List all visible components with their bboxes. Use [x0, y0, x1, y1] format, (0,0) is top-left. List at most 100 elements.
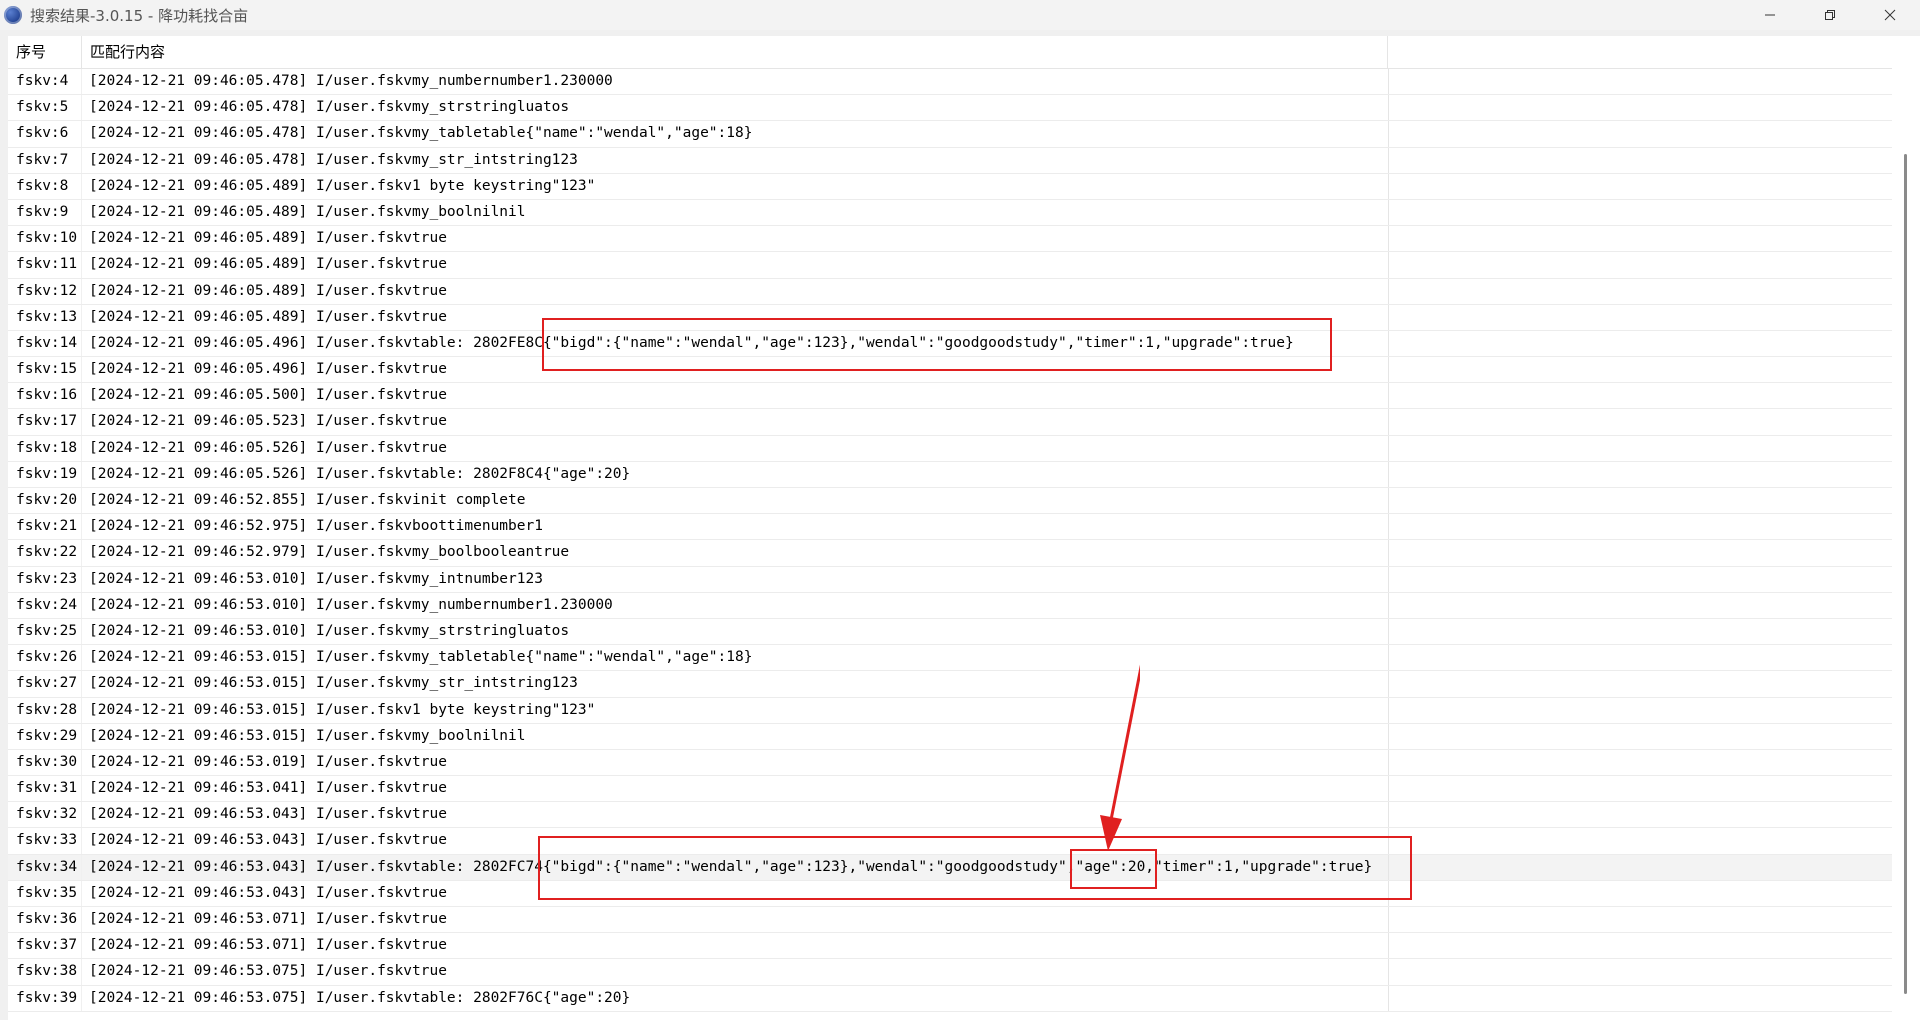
table-row[interactable]: fskv:4 [2024-12-21 09:46:05.478] I/user.f… [8, 69, 1892, 96]
row-seq: fskv:38 [8, 959, 82, 985]
row-seq: fskv:13 [8, 304, 82, 330]
window-title: 搜索结果-3.0.15 - 降功耗找合亩 [30, 6, 249, 25]
row-content: [2024-12-21 09:46:53.015] I/user.fskvmy_… [89, 649, 753, 666]
vertical-scrollbar[interactable] [1892, 36, 1920, 1020]
annotation-box-row34 [538, 836, 1412, 900]
table-row[interactable]: fskv:38 [2024-12-21 09:46:53.075] I/user.… [8, 959, 1892, 986]
column-divider [1388, 330, 1389, 357]
column-divider [1388, 566, 1389, 592]
column-divider [1388, 304, 1389, 330]
table-row[interactable]: fskv:39 [2024-12-21 09:46:53.075] I/user.… [8, 985, 1892, 1012]
table-row[interactable]: fskv:16 [2024-12-21 09:46:05.500] I/user.… [8, 383, 1892, 410]
row-content: [2024-12-21 09:46:05.478] I/user.fskvmy_… [89, 99, 570, 116]
column-divider [1388, 252, 1389, 278]
scrollbar-thumb[interactable] [1904, 154, 1907, 994]
row-content: [2024-12-21 09:46:05.478] I/user.fskvmy_… [89, 151, 578, 168]
table-row[interactable]: fskv:29 [2024-12-21 09:46:53.015] I/user.… [8, 723, 1892, 750]
row-seq: fskv:16 [8, 383, 82, 409]
title-bar[interactable]: 搜索结果-3.0.15 - 降功耗找合亩 [0, 0, 1920, 30]
restore-icon [1825, 10, 1835, 20]
window-controls [1740, 0, 1920, 30]
column-divider [1388, 514, 1389, 540]
row-seq: fskv:30 [8, 749, 82, 776]
row-seq: fskv:11 [8, 252, 82, 278]
table-row[interactable]: fskv:31 [2024-12-21 09:46:53.041] I/user.… [8, 776, 1892, 803]
column-divider [1388, 723, 1389, 749]
column-divider [1388, 749, 1389, 776]
table-row[interactable]: fskv:36 [2024-12-21 09:46:53.071] I/user.… [8, 907, 1892, 934]
table-row[interactable]: fskv:7 [2024-12-21 09:46:05.478] I/user.f… [8, 147, 1892, 174]
close-icon [1884, 9, 1896, 21]
annotation-arrow-icon [1100, 664, 1140, 851]
row-seq: fskv:6 [8, 121, 82, 147]
row-content: [2024-12-21 09:46:05.496] I/user.fskvtru… [89, 361, 447, 378]
row-content: [2024-12-21 09:46:05.489] I/user.fskv1 b… [89, 177, 596, 194]
row-seq: fskv:5 [8, 95, 82, 121]
table-row[interactable]: fskv:22 [2024-12-21 09:46:52.979] I/user.… [8, 540, 1892, 567]
table-row[interactable]: fskv:5 [2024-12-21 09:46:05.478] I/user.f… [8, 95, 1892, 122]
annotation-box-age-field [1070, 849, 1157, 889]
table-row[interactable]: fskv:37 [2024-12-21 09:46:53.071] I/user.… [8, 933, 1892, 960]
table-row[interactable]: fskv:18 [2024-12-21 09:46:05.526] I/user.… [8, 435, 1892, 462]
table-row[interactable]: fskv:30 [2024-12-21 09:46:53.019] I/user.… [8, 749, 1892, 777]
row-content: [2024-12-21 09:46:05.526] I/user.fskvtab… [89, 465, 631, 482]
column-divider [1388, 776, 1389, 802]
row-content: [2024-12-21 09:46:53.015] I/user.fskvmy_… [89, 675, 578, 692]
table-row[interactable]: fskv:11 [2024-12-21 09:46:05.489] I/user.… [8, 252, 1892, 279]
minimize-button[interactable] [1740, 0, 1800, 30]
table-row[interactable]: fskv:19 [2024-12-21 09:46:05.526] I/user.… [8, 461, 1892, 488]
column-divider [1388, 147, 1389, 173]
restore-button[interactable] [1800, 0, 1860, 30]
column-divider [1388, 409, 1389, 435]
row-content: [2024-12-21 09:46:53.019] I/user.fskvtru… [89, 753, 447, 770]
row-seq: fskv:34 [8, 854, 82, 880]
column-divider [1388, 540, 1389, 566]
table-header: 序号 匹配行内容 [8, 36, 1892, 69]
close-button[interactable] [1860, 0, 1920, 30]
table-row[interactable]: fskv:25 [2024-12-21 09:46:53.010] I/user.… [8, 618, 1892, 646]
table-row[interactable]: fskv:23 [2024-12-21 09:46:53.010] I/user.… [8, 566, 1892, 593]
table-row[interactable]: fskv:10 [2024-12-21 09:46:05.489] I/user.… [8, 226, 1892, 253]
table-row[interactable]: fskv:32 [2024-12-21 09:46:53.043] I/user.… [8, 802, 1892, 829]
row-content: [2024-12-21 09:46:52.975] I/user.fskvboo… [89, 518, 543, 535]
row-seq: fskv:10 [8, 226, 82, 252]
column-header-seq[interactable]: 序号 [8, 36, 82, 68]
row-seq: fskv:17 [8, 409, 82, 435]
table-row[interactable]: fskv:8 [2024-12-21 09:46:05.489] I/user.f… [8, 173, 1892, 200]
table-row[interactable]: fskv:12 [2024-12-21 09:46:05.489] I/user.… [8, 278, 1892, 305]
row-content: [2024-12-21 09:46:52.979] I/user.fskvmy_… [89, 544, 570, 561]
column-divider [1388, 278, 1389, 304]
row-content: [2024-12-21 09:46:05.523] I/user.fskvtru… [89, 413, 447, 430]
column-divider [1388, 461, 1389, 487]
row-content: [2024-12-21 09:46:53.043] I/user.fskvtru… [89, 832, 447, 849]
row-seq: fskv:9 [8, 199, 82, 226]
table-row[interactable]: fskv:17 [2024-12-21 09:46:05.523] I/user.… [8, 409, 1892, 436]
row-content: [2024-12-21 09:46:52.855] I/user.fskvini… [89, 492, 526, 508]
row-seq: fskv:25 [8, 618, 82, 645]
table-row[interactable]: fskv:6 [2024-12-21 09:46:05.478] I/user.f… [8, 121, 1892, 148]
row-seq: fskv:18 [8, 435, 82, 461]
table-row[interactable]: fskv:26 [2024-12-21 09:46:53.015] I/user.… [8, 645, 1892, 672]
row-content: [2024-12-21 09:46:53.043] I/user.fskvtru… [89, 806, 447, 823]
table-row[interactable]: fskv:28 [2024-12-21 09:46:53.015] I/user.… [8, 697, 1892, 724]
column-divider [1388, 226, 1389, 252]
column-divider [1388, 435, 1389, 461]
table-row[interactable]: fskv:27 [2024-12-21 09:46:53.015] I/user.… [8, 671, 1892, 698]
table-row[interactable]: fskv:21 [2024-12-21 09:46:52.975] I/user.… [8, 514, 1892, 541]
column-divider [1388, 907, 1389, 933]
table-row[interactable]: fskv:24 [2024-12-21 09:46:53.010] I/user.… [8, 592, 1892, 619]
column-divider [1388, 985, 1389, 1011]
column-header-content[interactable]: 匹配行内容 [82, 36, 1388, 68]
row-seq: fskv:37 [8, 933, 82, 959]
row-content: [2024-12-21 09:46:53.015] I/user.fskvmy_… [89, 727, 526, 744]
column-divider [1388, 618, 1389, 645]
column-divider [1388, 697, 1389, 723]
column-divider [1388, 802, 1389, 828]
row-seq: fskv:19 [8, 461, 82, 487]
row-content: [2024-12-21 09:46:05.478] I/user.fskvmy_… [89, 73, 613, 89]
table-row[interactable]: fskv:20 [2024-12-21 09:46:52.855] I/user.… [8, 488, 1892, 515]
row-content: [2024-12-21 09:46:53.015] I/user.fskv1 b… [89, 701, 596, 718]
row-seq: fskv:31 [8, 776, 82, 802]
table-row[interactable]: fskv:9 [2024-12-21 09:46:05.489] I/user.f… [8, 199, 1892, 227]
row-seq: fskv:21 [8, 514, 82, 540]
